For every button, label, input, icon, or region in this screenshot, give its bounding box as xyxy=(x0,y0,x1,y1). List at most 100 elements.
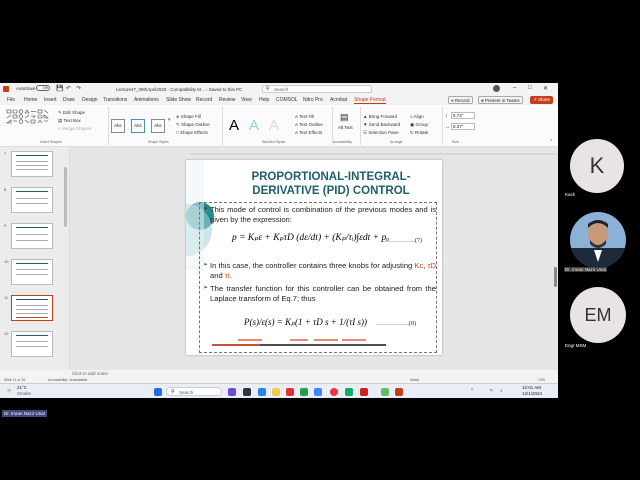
text-outline-button[interactable]: A Text Outline xyxy=(295,122,323,127)
undo-icon[interactable]: ↶ xyxy=(66,85,71,92)
merge-shapes-button[interactable]: ◓ Merge Shapes xyxy=(58,126,91,131)
record-button[interactable]: ● Record xyxy=(448,95,473,104)
start-icon[interactable] xyxy=(154,388,162,396)
meeting-participants-panel: K Kash Dr. Imran Nazir Unar EM Engr MSM xyxy=(558,83,640,398)
save-icon[interactable]: 💾 xyxy=(56,85,63,92)
ms-store-icon[interactable] xyxy=(286,388,294,396)
participant-avatar-kash[interactable]: K xyxy=(570,139,624,193)
tab-shape-format[interactable]: Shape Format xyxy=(354,97,386,104)
user-avatar[interactable] xyxy=(493,85,500,92)
vertical-scrollbar[interactable] xyxy=(554,267,557,287)
group-button[interactable]: ▣ Group xyxy=(410,122,428,128)
slide-thumbnail-11[interactable] xyxy=(11,295,53,321)
thumbnails-scrollbar[interactable] xyxy=(64,167,67,227)
minimize-icon[interactable]: – xyxy=(513,85,516,91)
word-icon[interactable] xyxy=(314,388,322,396)
weather-temp[interactable]: 21°C xyxy=(17,385,27,390)
autosave-label: AutoSave xyxy=(16,86,36,91)
send-backward-icon: ▼ xyxy=(363,122,368,127)
shape-style-3[interactable]: Abc xyxy=(151,119,165,133)
file-explorer-icon[interactable] xyxy=(272,388,280,396)
redo-icon[interactable]: ↷ xyxy=(76,85,81,92)
shape-style-1[interactable]: Abc xyxy=(111,119,125,133)
wordart-style-1[interactable]: A xyxy=(229,117,239,134)
clock-time[interactable]: 12:01 AM xyxy=(522,385,541,390)
slide-thumbnail-7[interactable] xyxy=(11,151,53,177)
maximize-icon[interactable]: □ xyxy=(528,85,532,91)
tab-comsol[interactable]: COMSOL xyxy=(276,97,298,103)
tab-help[interactable]: Help xyxy=(259,97,269,103)
tab-acrobat[interactable]: Acrobat xyxy=(330,97,347,103)
tab-transitions[interactable]: Transitions xyxy=(103,97,127,103)
powerpoint-taskbar-icon[interactable] xyxy=(395,388,403,396)
tab-design[interactable]: Design xyxy=(82,97,98,103)
send-backward-button[interactable]: ▼ Send Backward xyxy=(363,122,400,127)
taskbar-search-box[interactable]: ⚲ Search xyxy=(166,387,222,396)
accessibility-status[interactable]: Accessibility: Unavailable xyxy=(48,378,87,382)
weather-desc[interactable]: Smoke xyxy=(17,391,31,396)
edit-shape-button[interactable]: ✎ Edit Shape xyxy=(58,110,85,116)
wordart-style-2[interactable]: A xyxy=(249,117,259,134)
alt-text-icon[interactable]: ▤ xyxy=(340,112,349,123)
text-fill-button[interactable]: A Text Fill xyxy=(295,114,314,119)
tray-chevron-icon[interactable]: ⌃ xyxy=(470,388,474,394)
edge-icon[interactable] xyxy=(258,388,266,396)
tab-view[interactable]: View xyxy=(241,97,252,103)
tab-insert[interactable]: Insert xyxy=(44,97,57,103)
slide-thumbnail-10[interactable] xyxy=(11,259,53,285)
search-box[interactable]: ⚲ Search xyxy=(262,85,372,93)
tab-file[interactable]: File xyxy=(7,97,15,103)
acrobat-icon[interactable] xyxy=(360,388,368,396)
width-field[interactable]: 8.37" xyxy=(451,123,475,130)
clock-date[interactable]: 12/1/2024 xyxy=(522,391,542,396)
app-icon[interactable] xyxy=(345,388,353,396)
slide-thumbnail-9[interactable] xyxy=(11,223,53,249)
align-button[interactable]: ≡ Align xyxy=(410,114,424,119)
app-icon-2[interactable] xyxy=(381,388,389,396)
width-icon: ↔ xyxy=(445,124,450,130)
participant-avatar-engr-msm[interactable]: EM xyxy=(570,287,626,343)
task-view-icon[interactable] xyxy=(243,388,251,396)
style-gallery-more-icon[interactable]: ▾ xyxy=(168,117,171,123)
autosave-toggle[interactable]: Off xyxy=(36,85,50,91)
tab-review[interactable]: Review xyxy=(219,97,235,103)
tab-slide-show[interactable]: Slide Show xyxy=(166,97,191,103)
tab-record[interactable]: Record xyxy=(196,97,212,103)
shape-outline-button[interactable]: ✎ Shape Outline xyxy=(176,122,210,128)
slide-canvas[interactable]: PROPORTIONAL-INTEGRAL- DERIVATIVE (PID) … xyxy=(186,160,442,355)
slide-thumbnail-8[interactable] xyxy=(11,187,53,213)
shape-effects-button[interactable]: □ Shape Effects xyxy=(176,130,208,135)
tab-draw[interactable]: Draw xyxy=(63,97,75,103)
tab-animations[interactable]: Animations xyxy=(134,97,159,103)
text-box-button[interactable]: ▤ Text Box xyxy=(58,118,81,124)
slide-thumbnail-12[interactable] xyxy=(11,331,53,357)
present-in-teams-button[interactable]: ■ Present in Teams xyxy=(478,95,523,104)
volume-icon[interactable]: ♪ xyxy=(500,388,503,394)
tab-home[interactable]: Home xyxy=(24,97,37,103)
share-button[interactable]: ↗ Share xyxy=(530,95,554,104)
collapse-ribbon-icon[interactable]: ⌃ xyxy=(549,139,553,145)
record-button-label: Record xyxy=(454,97,470,103)
selection-pane-button[interactable]: ☰ Selection Pane xyxy=(363,130,399,136)
bring-forward-button[interactable]: ▲ Bring Forward xyxy=(363,114,397,119)
notes-pane[interactable]: Click to add notes xyxy=(70,370,558,378)
close-icon[interactable]: ✕ xyxy=(543,85,548,92)
alt-text-label[interactable]: Alt Text xyxy=(338,125,353,130)
copilot-icon[interactable] xyxy=(228,388,236,396)
shape-effects-icon: □ xyxy=(176,130,179,135)
bullet-icon: ➢ xyxy=(203,285,209,291)
shape-style-2[interactable]: Abc xyxy=(131,119,145,133)
shape-fill-button[interactable]: ◈ Shape Fill xyxy=(176,114,201,120)
shapes-gallery[interactable] xyxy=(6,109,54,131)
chrome-icon[interactable] xyxy=(330,388,338,396)
zoom-level[interactable]: 74% xyxy=(538,378,545,382)
participant-photo-imran[interactable] xyxy=(570,212,626,268)
text-effects-button[interactable]: A Text Effects xyxy=(295,130,322,135)
excel-icon[interactable] xyxy=(300,388,308,396)
notes-toggle[interactable]: Notes xyxy=(410,378,419,382)
wordart-style-3[interactable]: A xyxy=(269,117,279,134)
wifi-icon[interactable]: ≈ xyxy=(490,388,493,394)
tab-nitro-pro[interactable]: Nitro Pro xyxy=(303,97,323,103)
rotate-button[interactable]: ↻ Rotate xyxy=(410,130,428,136)
height-field[interactable]: 5.74" xyxy=(451,112,475,119)
